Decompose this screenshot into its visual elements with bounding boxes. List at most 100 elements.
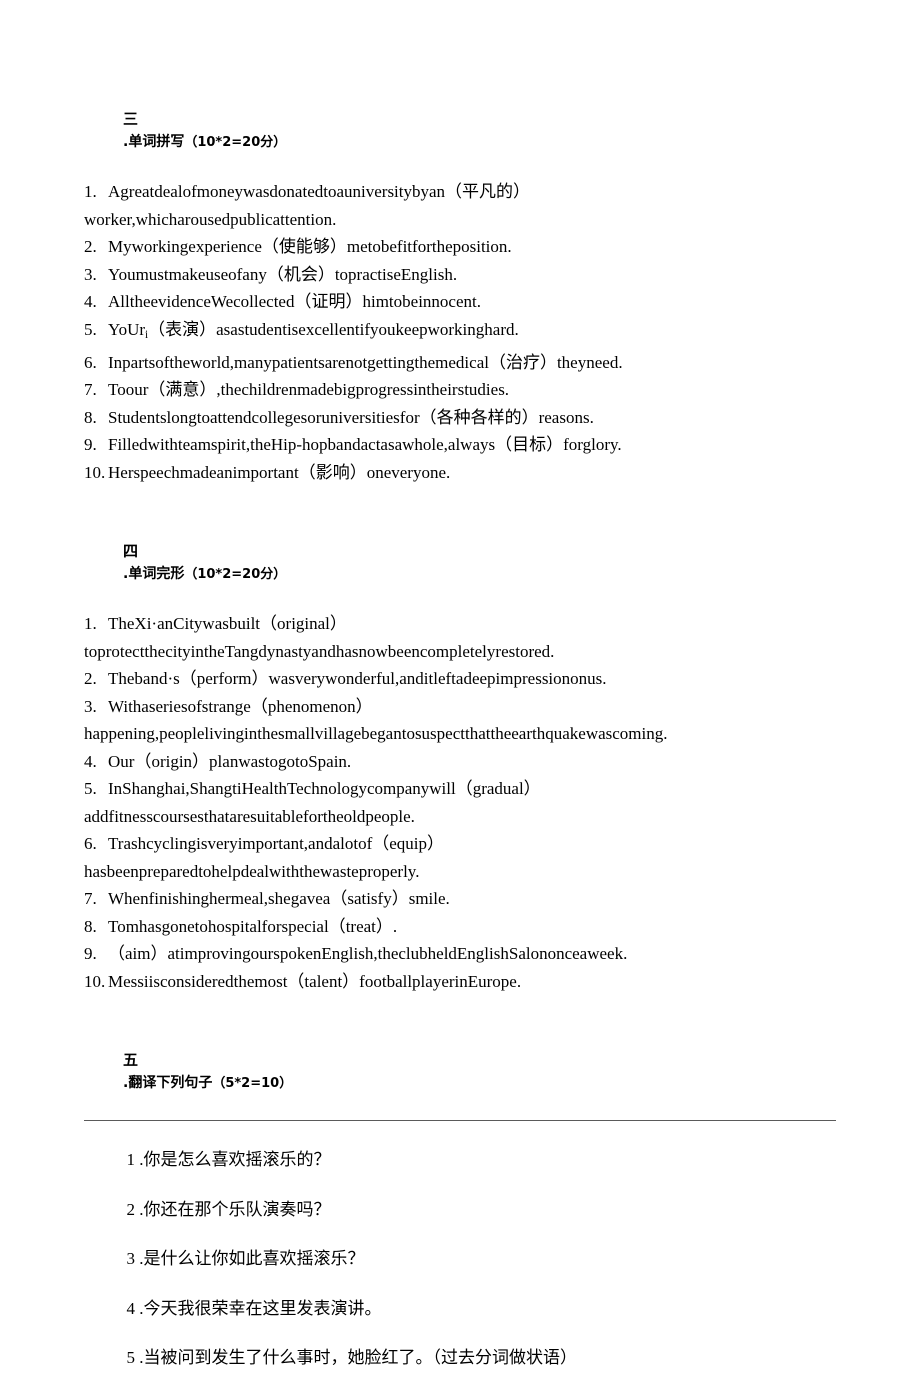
item-number: 10. [84,971,106,991]
list-item: 7. Whenfinishinghermeal,shegavea（satisfy）… [84,885,844,913]
item-continuation: toprotectthecityintheTangdynastyandhasno… [84,641,555,661]
item-number: 6. [84,352,97,372]
list-item: 2. Theband·s（perform）wasverywonderful,and… [84,665,844,693]
item-text: Toour（满意）,thechildrenmadebigprogressinth… [108,380,510,400]
list-item: 8. Studentslongtoattendcollegesoruniversi… [84,404,844,432]
list-item: 9. Filledwithteamspirit,theHip-hopbandact… [84,431,844,459]
item-text: （aim）atimprovingourspokenEnglish,theclub… [108,944,628,964]
list-item: 6. Trashcyclingisveryimportant,andalotof（… [84,830,844,858]
item-number: 3 . [126,1249,144,1269]
document-body: 三 .单词拼写（10*2=20分） 1. Agreatdealofmoneywas… [84,86,844,1367]
list-item: 4. AlltheevidenceWecollected（证明）himtobein… [84,288,844,316]
list-item: 4. Our（origin）planwastogotoSpain. [84,748,844,776]
item-number: 1. [84,182,97,201]
item-text: Herspeechmadeanimportant（影响）oneveryone. [108,462,451,482]
list-item: 8. Tomhasgonetohospitalforspecial（treat）. [84,913,844,941]
item-text: Filledwithteamspirit,theHip-hopbandactas… [108,435,622,455]
list-item: 3. Withaseriesofstrange（phenomenon） [84,693,844,721]
item-text-pre: YoUr [108,319,146,339]
section-title-3: .单词拼写 [123,134,185,150]
item-number: 8. [84,916,97,936]
section-heading-4: 四 .单词完形（10*2=20分） [84,518,844,608]
item-number: 4. [84,292,97,311]
item-text: AlltheevidenceWecollected（证明）himtobeinno… [108,292,481,311]
item-text: Inpartsoftheworld,manypatientsarenotgett… [108,352,623,372]
list-item: 10. Messiisconsideredthemost（talent）footb… [84,968,844,996]
list-item: 4 .今天我很荣幸在这里发表演讲。 [84,1268,844,1318]
item-number: 2. [84,237,97,256]
item-text: Tomhasgonetohospitalforspecial（treat）. [108,916,398,936]
section-score-4: （10*2=20分） [184,567,287,583]
item-text: 是什么让你如此喜欢摇滚乐？ [143,1249,365,1269]
item-continuation: worker,whicharousedpublicattention. [84,209,337,229]
item-text: Studentslongtoattendcollegesoruniversiti… [108,407,594,427]
section-numeral-3: 三 [123,110,139,128]
item-number: 2. [84,669,97,689]
footer-divider [84,1120,836,1121]
item-number: 3. [84,264,97,284]
item-number: 3. [84,696,97,716]
item-text: Theband·s（perform）wasverywonderful,andit… [108,669,607,689]
item-text: 你是怎么喜欢摇滚乐的？ [143,1150,331,1170]
section-numeral-4: 四 [123,542,139,561]
question-list-4: 1. TheXi·anCitywasbuilt（original） toprote… [84,610,844,995]
item-number: 10. [84,462,106,482]
item-text: 你还在那个乐队演奏吗？ [143,1199,331,1219]
list-item: 1 .你是怎么喜欢摇滚乐的？ [84,1119,844,1169]
item-number: 9. [84,944,97,964]
list-item: 1. Agreatdealofmoneywasdonatedtoauniversi… [84,178,844,206]
item-text: Withaseriesofstrange（phenomenon） [108,696,373,716]
list-item: 5 .当被问到发生了什么事时，她脸红了。（过去分词做状语） [84,1317,844,1367]
item-number: 5. [84,779,97,799]
list-item: 9. （aim）atimprovingourspokenEnglish,thecl… [84,940,844,968]
item-text: 当被问到发生了什么事时，她脸红了。（过去分词做状语） [143,1348,578,1368]
document-page: 三 .单词拼写（10*2=20分） 1. Agreatdealofmoneywas… [0,0,920,1367]
item-text: Myworkingexperience（使能够）metobefitforthep… [108,237,512,256]
list-item: 10. Herspeechmadeanimportant（影响）oneveryon… [84,459,844,487]
list-item: 5. YoUri（表演）asastudentisexcellentifyoukee… [84,316,844,349]
section-word-formation: 四 .单词完形（10*2=20分） 1. TheXi·anCitywasbuilt… [84,518,844,995]
item-number: 1 . [126,1150,144,1170]
item-number: 9. [84,435,97,455]
item-number: 8. [84,407,97,427]
list-item: 2 .你还在那个乐队演奏吗？ [84,1169,844,1219]
list-item: 2. Myworkingexperience（使能够）metobefitforth… [84,233,844,261]
list-item: 7. Toour（满意）,thechildrenmadebigprogressin… [84,376,844,404]
item-text: Agreatdealofmoneywasdonatedtoauniversity… [108,182,531,201]
item-number: 5. [84,319,97,339]
list-item: 3 .是什么让你如此喜欢摇滚乐？ [84,1218,844,1268]
item-number: 5 . [126,1348,144,1368]
item-text: Trashcyclingisveryimportant,andalotof（eq… [108,834,445,854]
item-text: Our（origin）planwastogotoSpain. [108,751,352,771]
list-item: 1. TheXi·anCitywasbuilt（original） [84,610,844,638]
item-number: 4 . [126,1298,144,1318]
item-number: 2 . [126,1199,144,1219]
section-title-5: .翻译下列句子 [123,1075,213,1092]
item-text-post: （表演）asastudentisexcellentifyoukeepworkin… [148,319,519,339]
section-translation: 五 .翻译下列句子（5*2=10） 1 .你是怎么喜欢摇滚乐的？ 2 .你还在那… [84,1027,844,1367]
question-list-3: 1. Agreatdealofmoneywasdonatedtoauniversi… [84,178,844,486]
item-continuation: hasbeenpreparedtohelpdealwiththewastepro… [84,861,420,881]
item-text: Messiisconsideredthemost（talent）football… [108,971,522,991]
item-number: 7. [84,889,97,909]
section-heading-3: 三 .单词拼写（10*2=20分） [84,86,844,176]
section-score-3: （10*2=20分） [184,135,287,150]
item-continuation: addfitnesscoursesthataresuitablefortheol… [84,806,415,826]
item-number: 7. [84,380,97,400]
section-score-5: （5*2=10） [212,1076,293,1092]
list-item: 5. InShanghai,ShangtiHealthTechnologycomp… [84,775,844,803]
item-number: 1. [84,614,97,634]
section-title-4: .单词完形 [123,566,185,583]
section-numeral-5: 五 [123,1051,139,1070]
item-text: Whenfinishinghermeal,shegavea（satisfy）sm… [108,889,450,909]
section-heading-5: 五 .翻译下列句子（5*2=10） [84,1027,844,1117]
item-text: InShanghai,ShangtiHealthTechnologycompan… [108,779,541,799]
list-item: 3. Youmustmakeuseofany（机会）topractiseEngli… [84,261,844,289]
item-text: YoUri（表演）asastudentisexcellentifyoukeepw… [108,319,519,341]
item-continuation: happening,peoplelivinginthesmallvillageb… [84,724,668,744]
list-item: 6. Inpartsoftheworld,manypatientsarenotge… [84,349,844,377]
item-text: TheXi·anCitywasbuilt（original） [108,614,347,634]
item-number: 6. [84,834,97,854]
item-text: 今天我很荣幸在这里发表演讲。 [143,1298,382,1318]
section-word-spelling: 三 .单词拼写（10*2=20分） 1. Agreatdealofmoneywas… [84,86,844,486]
